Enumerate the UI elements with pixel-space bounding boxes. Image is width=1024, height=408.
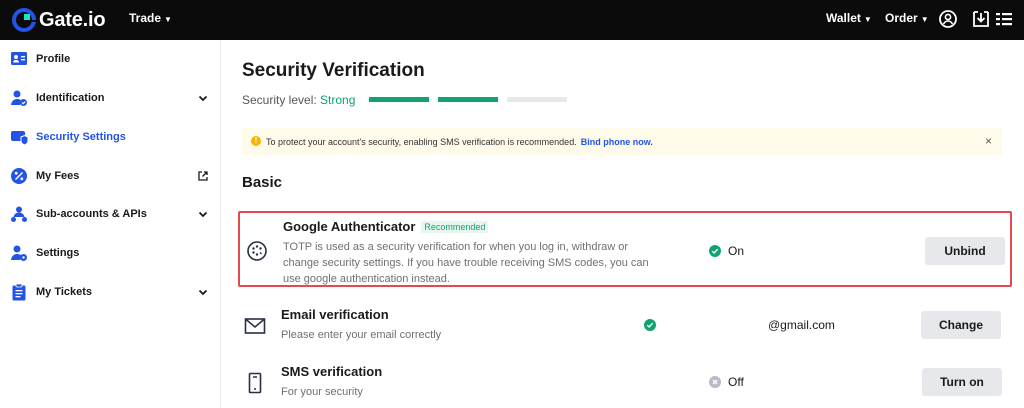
user-verify-icon [11, 90, 27, 106]
sms-verification-row: SMS verification For your security Off T… [238, 360, 1012, 404]
page-title: Security Verification [242, 60, 425, 81]
bind-phone-link[interactable]: Bind phone now. [581, 137, 653, 147]
row-title: SMS verification [281, 364, 383, 379]
turn-on-sms-button[interactable]: Turn on [922, 368, 1002, 396]
chevron-down-icon[interactable] [197, 286, 209, 298]
sidebar-item-label: My Tickets [36, 286, 93, 298]
caret-down-icon: ▼ [920, 15, 929, 24]
row-title: Google Authenticator [283, 219, 416, 234]
sidebar-item-security-settings[interactable]: Security Settings [0, 125, 221, 149]
email-verification-row: Email verification Please enter your ema… [238, 303, 1012, 347]
chevron-down-icon[interactable] [197, 92, 209, 104]
check-circle-icon [644, 319, 656, 331]
nav-order-menu[interactable]: Order ▼ [885, 11, 929, 25]
google-authenticator-row: Google Authenticator Recommended TOTP is … [238, 211, 1012, 287]
phone-icon [248, 372, 262, 394]
row-description: For your security [281, 386, 363, 398]
section-title-basic: Basic [242, 174, 283, 191]
sms-recommend-notice: ! To protect your account's security, en… [242, 128, 1002, 155]
brand-name: Gate.io [39, 8, 106, 31]
clipboard-icon [12, 283, 26, 301]
nav-trade-menu[interactable]: Trade ▼ [129, 11, 172, 25]
sidebar-item-label: My Fees [36, 170, 80, 182]
sidebar-item-label: Security Settings [36, 131, 126, 143]
security-level: Security level: Strong [242, 93, 355, 107]
sidebar-item-sub-accounts[interactable]: Sub-accounts & APIs [0, 202, 221, 226]
sidebar-item-label: Identification [36, 92, 105, 104]
security-level-label: Security level: [242, 93, 317, 107]
sidebar-item-label: Sub-accounts & APIs [36, 208, 147, 220]
sidebar-item-my-tickets[interactable]: My Tickets [0, 280, 221, 304]
envelope-icon [244, 318, 266, 334]
sidebar-item-profile[interactable]: Profile [0, 47, 221, 71]
authenticator-icon [247, 241, 267, 261]
download-icon[interactable] [971, 9, 991, 29]
security-level-segment [438, 97, 498, 102]
security-icon [11, 131, 28, 146]
security-level-segment [507, 97, 567, 102]
check-circle-icon [709, 245, 721, 257]
security-level-value: Strong [320, 93, 356, 107]
email-value: @gmail.com [768, 318, 835, 332]
row-title: Email verification [281, 307, 389, 322]
sidebar-item-label: Profile [36, 53, 71, 65]
menu-icon[interactable] [994, 9, 1014, 29]
warning-icon: ! [251, 136, 261, 146]
sub-accounts-icon [11, 206, 27, 222]
row-description: TOTP is used as a security verification … [283, 241, 649, 285]
user-settings-icon [11, 245, 27, 261]
sidebar-item-identification[interactable]: Identification [0, 86, 221, 110]
caret-down-icon: ▼ [164, 15, 172, 24]
external-link-icon[interactable] [197, 170, 209, 182]
brand-logo[interactable]: Gate.io [12, 8, 106, 32]
top-navigation-bar: Gate.io Trade ▼ Wallet ▼ Order ▼ [0, 0, 1024, 40]
status-off: Off [709, 375, 744, 389]
chevron-down-icon[interactable] [197, 208, 209, 220]
change-email-button[interactable]: Change [921, 311, 1001, 339]
percent-icon [11, 168, 27, 184]
security-level-segment [369, 97, 429, 102]
sidebar-item-settings[interactable]: Settings [0, 241, 221, 265]
sidebar-item-label: Settings [36, 247, 80, 259]
x-circle-icon [709, 376, 721, 388]
row-description: Please enter your email correctly [281, 329, 442, 341]
status-on: On [709, 244, 744, 258]
gate-logo-icon [12, 8, 36, 32]
recommended-badge: Recommended [421, 221, 489, 233]
caret-down-icon: ▼ [863, 15, 872, 24]
sidebar-item-my-fees[interactable]: My Fees [0, 164, 221, 188]
unbind-button[interactable]: Unbind [925, 237, 1005, 265]
sidebar: Profile Identification Security Settings… [0, 40, 221, 408]
nav-wallet-menu[interactable]: Wallet ▼ [826, 11, 872, 25]
close-icon[interactable]: × [985, 134, 992, 148]
profile-card-icon [11, 52, 27, 65]
user-circle-icon[interactable] [938, 9, 958, 29]
notice-text: To protect your account's security, enab… [266, 137, 577, 147]
